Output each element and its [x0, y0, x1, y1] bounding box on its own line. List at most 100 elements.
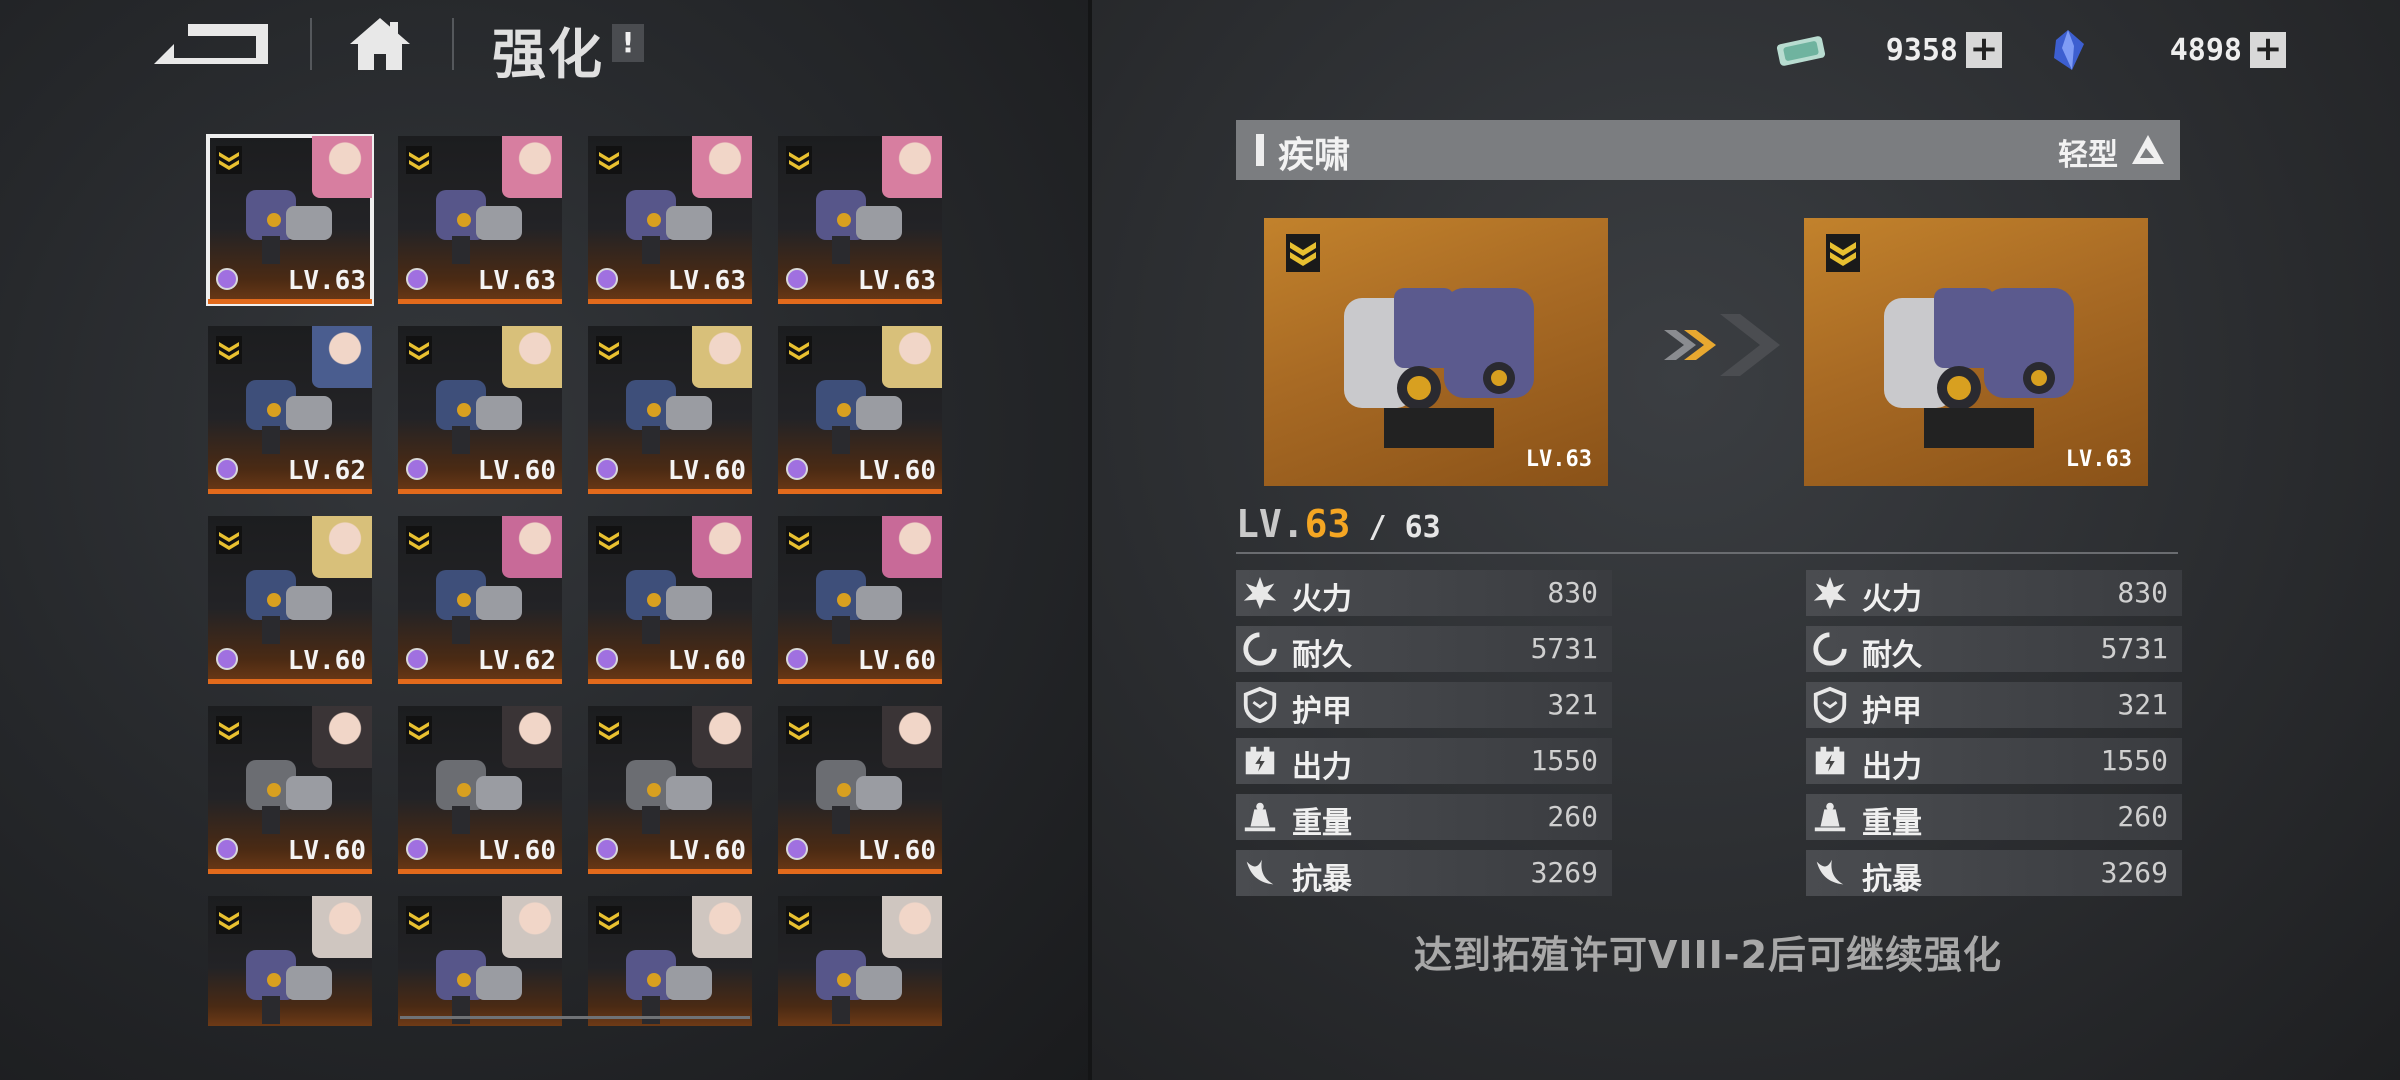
mech-card[interactable]: LV.63 [398, 136, 562, 304]
mech-card[interactable] [208, 896, 372, 1026]
card-accent-bar [208, 679, 372, 684]
rank-chevron-icon [1826, 234, 1860, 272]
pilot-portrait [882, 136, 942, 198]
rank-chevron-icon [406, 336, 432, 364]
name-mark [1256, 134, 1264, 166]
mech-card[interactable]: LV.63 [206, 134, 374, 306]
pilot-portrait [692, 516, 752, 578]
stat-value: 3269 [1530, 856, 1598, 889]
rank-chevron-icon [216, 716, 242, 744]
mech-card[interactable]: LV.60 [398, 706, 562, 874]
stat-value: 3269 [2100, 856, 2168, 889]
preview-after: LV.63 [1804, 218, 2148, 486]
card-level: LV.60 [477, 836, 556, 866]
stat-value: 5731 [2100, 632, 2168, 665]
level-indicator: LV.63 / 63 [1236, 502, 1441, 546]
stat-row: 出力 1550 [1236, 738, 1612, 785]
back-button[interactable] [148, 18, 274, 70]
mech-card[interactable]: LV.63 [588, 136, 752, 304]
rarity-orb-icon [786, 268, 808, 290]
home-icon [350, 18, 410, 70]
rank-chevron-icon [406, 526, 432, 554]
pilot-portrait [312, 136, 372, 198]
power-icon [1815, 746, 1845, 775]
card-level: LV.63 [477, 266, 556, 296]
weight-icon [1814, 802, 1846, 832]
card-level: LV.62 [477, 646, 556, 676]
level-max: / 63 [1350, 510, 1441, 545]
rarity-orb-icon [596, 458, 618, 480]
rank-chevron-icon [216, 146, 242, 174]
stat-label: 火力 [1862, 582, 1922, 617]
mech-card[interactable]: LV.60 [588, 516, 752, 684]
mech-card[interactable]: LV.63 [778, 136, 942, 304]
mech-card[interactable]: LV.60 [588, 326, 752, 494]
card-level: LV.60 [477, 456, 556, 486]
stat-row: 重量 260 [1806, 794, 2182, 841]
mech-card[interactable]: LV.60 [398, 326, 562, 494]
stat-row: 耐久 5731 [1806, 626, 2182, 673]
card-accent-bar [208, 299, 372, 304]
add-ticket-button[interactable]: + [1966, 32, 2002, 68]
rarity-orb-icon [216, 838, 238, 860]
add-crystal-button[interactable]: + [2250, 32, 2286, 68]
mech-card[interactable]: LV.62 [398, 516, 562, 684]
pilot-portrait [882, 706, 942, 768]
card-level: LV.60 [857, 456, 936, 486]
mech-name-bar: 疾啸 轻型 [1236, 120, 2180, 180]
weight-icon [1244, 802, 1276, 832]
rarity-orb-icon [406, 648, 428, 670]
home-button[interactable] [346, 14, 414, 74]
mech-card[interactable]: LV.60 [778, 326, 942, 494]
mech-card[interactable]: LV.60 [778, 706, 942, 874]
mech-card[interactable]: LV.60 [208, 516, 372, 684]
card-accent-bar [208, 869, 372, 874]
crystal-icon [2054, 30, 2084, 70]
top-separator [310, 18, 312, 70]
pilot-portrait [882, 516, 942, 578]
stat-value: 830 [1547, 576, 1598, 609]
stat-value: 1550 [2100, 744, 2168, 777]
card-accent-bar [208, 489, 372, 494]
card-accent-bar [398, 299, 562, 304]
level-divider [1236, 552, 2178, 554]
durability-icon [1813, 632, 1847, 666]
rank-chevron-icon [786, 526, 812, 554]
card-accent-bar [398, 489, 562, 494]
mech-card[interactable] [398, 896, 562, 1026]
mech-card[interactable]: LV.60 [208, 706, 372, 874]
mech-card[interactable]: LV.60 [778, 516, 942, 684]
rank-chevron-icon [596, 716, 622, 744]
pilot-portrait [312, 516, 372, 578]
info-button[interactable]: ! [612, 24, 644, 62]
page-title: 强化 [492, 23, 604, 86]
stat-row: 抗暴 3269 [1236, 850, 1612, 897]
rank-chevron-icon [216, 336, 242, 364]
card-level: LV.62 [287, 456, 366, 486]
rank-chevron-icon [1286, 234, 1320, 272]
stat-label: 耐久 [1862, 638, 1922, 673]
pilot-portrait [882, 896, 942, 958]
stat-row: 护甲 321 [1806, 682, 2182, 729]
rarity-orb-icon [216, 458, 238, 480]
rarity-orb-icon [596, 648, 618, 670]
mech-card[interactable] [588, 896, 752, 1026]
card-accent-bar [778, 869, 942, 874]
scroll-indicator[interactable] [400, 1016, 750, 1019]
rank-chevron-icon [596, 906, 622, 934]
stat-value: 830 [2117, 576, 2168, 609]
light-type-icon [2132, 135, 2164, 164]
resist-icon [1816, 859, 1844, 885]
mech-card[interactable]: LV.62 [208, 326, 372, 494]
preview-after-level: LV.63 [2065, 447, 2132, 472]
pilot-portrait [312, 326, 372, 388]
card-accent-bar [588, 299, 752, 304]
mech-card[interactable]: LV.60 [588, 706, 752, 874]
rank-chevron-icon [406, 906, 432, 934]
pilot-portrait [312, 706, 372, 768]
preview-before: LV.63 [1264, 218, 1608, 486]
pilot-portrait [502, 706, 562, 768]
rarity-orb-icon [596, 268, 618, 290]
card-level: LV.60 [857, 646, 936, 676]
mech-card[interactable] [778, 896, 942, 1026]
